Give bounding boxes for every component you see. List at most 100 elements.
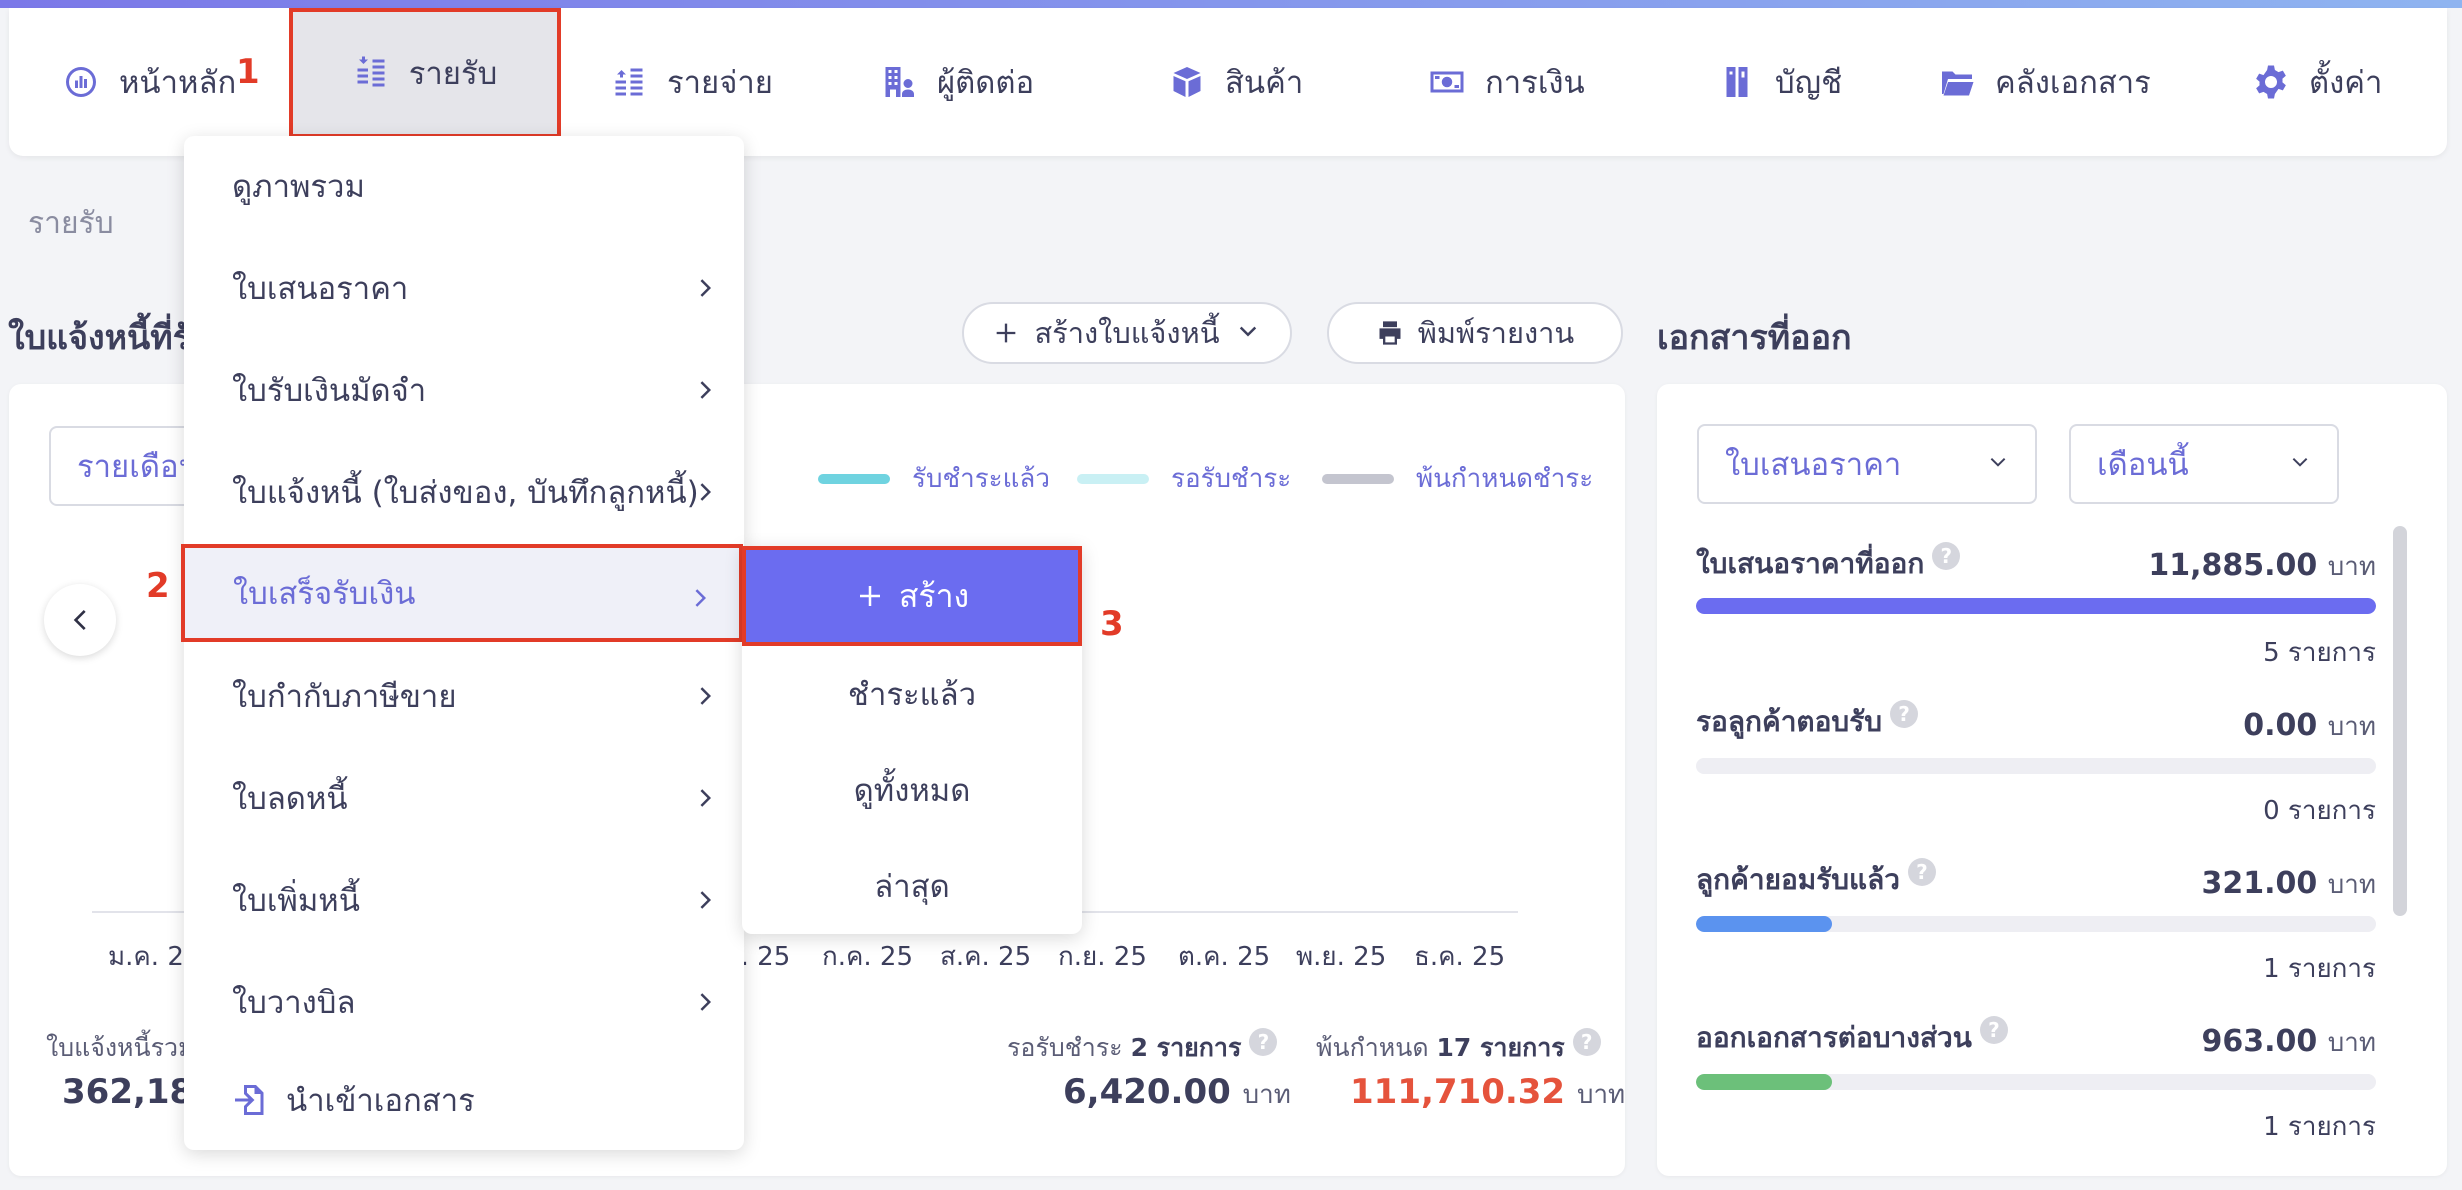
doc-row-title: ใบเสนอราคาที่ออก? — [1696, 542, 1961, 586]
pending-label: รอรับชำระ — [1007, 1033, 1123, 1062]
nav-label: สินค้า — [1225, 65, 1304, 101]
help-icon[interactable]: ? — [1890, 700, 1919, 728]
help-icon[interactable]: ? — [1979, 1016, 2008, 1044]
menu-item-overview[interactable]: ดูภาพรวม — [184, 136, 744, 236]
menu-item-quotation[interactable]: ใบเสนอราคา — [184, 238, 744, 338]
income-coins-icon — [357, 56, 385, 87]
menu-item-invoice[interactable]: ใบแจ้งหนี้ (ใบส่งของ, บันทึกลูกหนี้) — [184, 442, 744, 542]
chevron-right-icon — [700, 891, 711, 909]
menu-item-billing-note[interactable]: ใบวางบิล — [184, 952, 744, 1052]
legend-label: พ้นกำหนดชำระ — [1416, 464, 1594, 494]
menu-item-label: ใบรับเงินมัดจำ — [232, 373, 427, 409]
nav-item-accounts[interactable]: บัญชี — [1719, 8, 1842, 156]
help-icon[interactable]: ? — [1907, 858, 1936, 886]
chevron-right-icon — [700, 483, 711, 501]
print-report-button[interactable]: พิมพ์รายงาน — [1327, 302, 1623, 364]
menu-item-label: ใบลดหนี้ — [232, 781, 348, 817]
menu-item-tax-invoice[interactable]: ใบกำกับภาษีขาย — [184, 646, 744, 746]
doc-row-value: 963.00 บาท — [2100, 1022, 2376, 1063]
overdue-summary: พ้นกำหนด 17 รายการ? — [1316, 1028, 1601, 1068]
chevron-left-icon — [73, 610, 86, 630]
submenu-item-paid[interactable]: ชำระแล้ว — [742, 646, 1082, 742]
chevron-right-icon — [700, 789, 711, 807]
menu-item-credit-note[interactable]: ใบลดหนี้ — [184, 748, 744, 848]
nav-item-expense[interactable]: รายจ่าย — [611, 8, 773, 156]
nav-item-finance[interactable]: การเงิน — [1429, 8, 1585, 156]
expense-coins-icon — [615, 68, 643, 96]
menu-item-debit-note[interactable]: ใบเพิ่มหนี้ — [184, 850, 744, 950]
currency-unit: บาท — [2327, 1028, 2376, 1058]
menu-item-label: ใบเสนอราคา — [232, 271, 409, 307]
money-icon — [1430, 71, 1464, 93]
chart-prev-button[interactable] — [44, 584, 116, 656]
menu-item-label: ใบแจ้งหนี้ (ใบส่งของ, บันทึกลูกหนี้) — [232, 475, 699, 511]
main-navbar: หน้าหลัก รายรับ รายจ่าย ผู้ติดต่อ สินค้า… — [9, 8, 2447, 156]
x-tick-label: ส.ค. 25 — [940, 942, 1032, 972]
menu-item-deposit-receipt[interactable]: ใบรับเงินมัดจำ — [184, 340, 744, 440]
legend-swatch — [1322, 473, 1394, 484]
pending-summary: รอรับชำระ 2 รายการ? — [1007, 1028, 1278, 1068]
nav-item-settings[interactable]: ตั้งค่า — [2253, 8, 2382, 156]
pending-value-wrap: 6,420.00 บาท — [1063, 1072, 1291, 1115]
doc-row-amount: 11,885.00 — [2148, 548, 2318, 583]
nav-item-income[interactable]: รายรับ — [289, 8, 561, 138]
help-icon[interactable]: ? — [1249, 1028, 1278, 1056]
doc-progress-bar — [1696, 1074, 2376, 1090]
x-tick-label: พ.ย. 25 — [1296, 942, 1387, 972]
submenu-create-label: สร้าง — [898, 576, 970, 615]
print-report-label: พิมพ์รายงาน — [1417, 316, 1575, 350]
doc-progress-fill — [1696, 1074, 1832, 1090]
menu-item-label: ใบกำกับภาษีขาย — [232, 679, 457, 715]
doc-row-count: 1 รายการ — [2263, 954, 2376, 984]
nav-label: ตั้งค่า — [2309, 65, 2383, 101]
doc-progress-bar — [1696, 598, 2376, 614]
total-invoice-label: ใบแจ้งหนี้รวม — [46, 1033, 195, 1062]
plus-icon — [859, 586, 880, 606]
nav-item-documents[interactable]: คลังเอกสาร — [1939, 8, 2151, 156]
help-icon[interactable]: ? — [1932, 542, 1961, 570]
ledger-icon — [1726, 67, 1748, 97]
submenu-item-all[interactable]: ดูทั้งหมด — [742, 742, 1082, 838]
chevron-down-icon — [2292, 457, 2308, 467]
doc-type-select[interactable]: ใบเสนอราคา — [1697, 424, 2037, 504]
doc-period-select[interactable]: เดือนนี้ — [2069, 424, 2339, 504]
doc-progress-fill — [1696, 916, 1832, 932]
chevron-right-icon — [695, 589, 706, 607]
nav-label: การเงิน — [1485, 65, 1585, 101]
legend-pending: รอรับชำระ — [1077, 458, 1291, 499]
menu-item-label: ใบเพิ่มหนี้ — [232, 883, 360, 919]
docs-scrollbar[interactable] — [2393, 526, 2407, 916]
doc-progress-bar — [1696, 758, 2376, 774]
menu-item-import-document[interactable]: นำเข้าเอกสาร — [184, 1050, 744, 1150]
currency-unit: บาท — [2327, 870, 2376, 900]
step-marker-1: 1 — [236, 52, 260, 92]
top-accent-bar — [0, 0, 2462, 8]
doc-row-count: 0 รายการ — [2263, 796, 2376, 826]
submenu-create-button[interactable]: สร้าง — [742, 546, 1082, 646]
doc-row-title-text: ออกเอกสารต่อบางส่วน — [1696, 1021, 1972, 1054]
legend-swatch — [818, 473, 890, 484]
nav-label: หน้าหลัก — [119, 65, 237, 101]
doc-row-amount: 0.00 — [2243, 708, 2318, 743]
receipt-submenu: สร้าง ชำระแล้ว ดูทั้งหมด ล่าสุด — [742, 546, 1082, 934]
create-invoice-button[interactable]: สร้างใบแจ้งหนี้ — [962, 302, 1292, 364]
menu-item-receipt[interactable]: ใบเสร็จรับเงิน — [181, 544, 743, 642]
nav-item-contacts[interactable]: ผู้ติดต่อ — [881, 8, 1034, 156]
doc-row-title: ออกเอกสารต่อบางส่วน? — [1696, 1016, 2008, 1060]
nav-item-home[interactable]: หน้าหลัก — [63, 8, 236, 156]
doc-row-title-text: ใบเสนอราคาที่ออก — [1696, 547, 1925, 580]
submenu-item-label: ล่าสุด — [874, 869, 950, 905]
nav-item-products[interactable]: สินค้า — [1169, 8, 1303, 156]
doc-row-value: 0.00 บาท — [2100, 706, 2376, 747]
contacts-building-icon — [885, 67, 914, 97]
help-icon[interactable]: ? — [1572, 1028, 1601, 1056]
submenu-item-latest[interactable]: ล่าสุด — [742, 838, 1082, 934]
overdue-count: 17 รายการ — [1436, 1033, 1565, 1062]
chevron-right-icon — [700, 381, 711, 399]
menu-item-label: นำเข้าเอกสาร — [286, 1083, 475, 1119]
chevron-down-icon — [1239, 326, 1256, 337]
printer-icon — [1379, 321, 1401, 345]
docs-title: เอกสารที่ออก — [1657, 318, 1852, 358]
doc-row-count: 5 รายการ — [2263, 638, 2376, 668]
x-tick-label: ก.ค. 25 — [822, 942, 914, 972]
